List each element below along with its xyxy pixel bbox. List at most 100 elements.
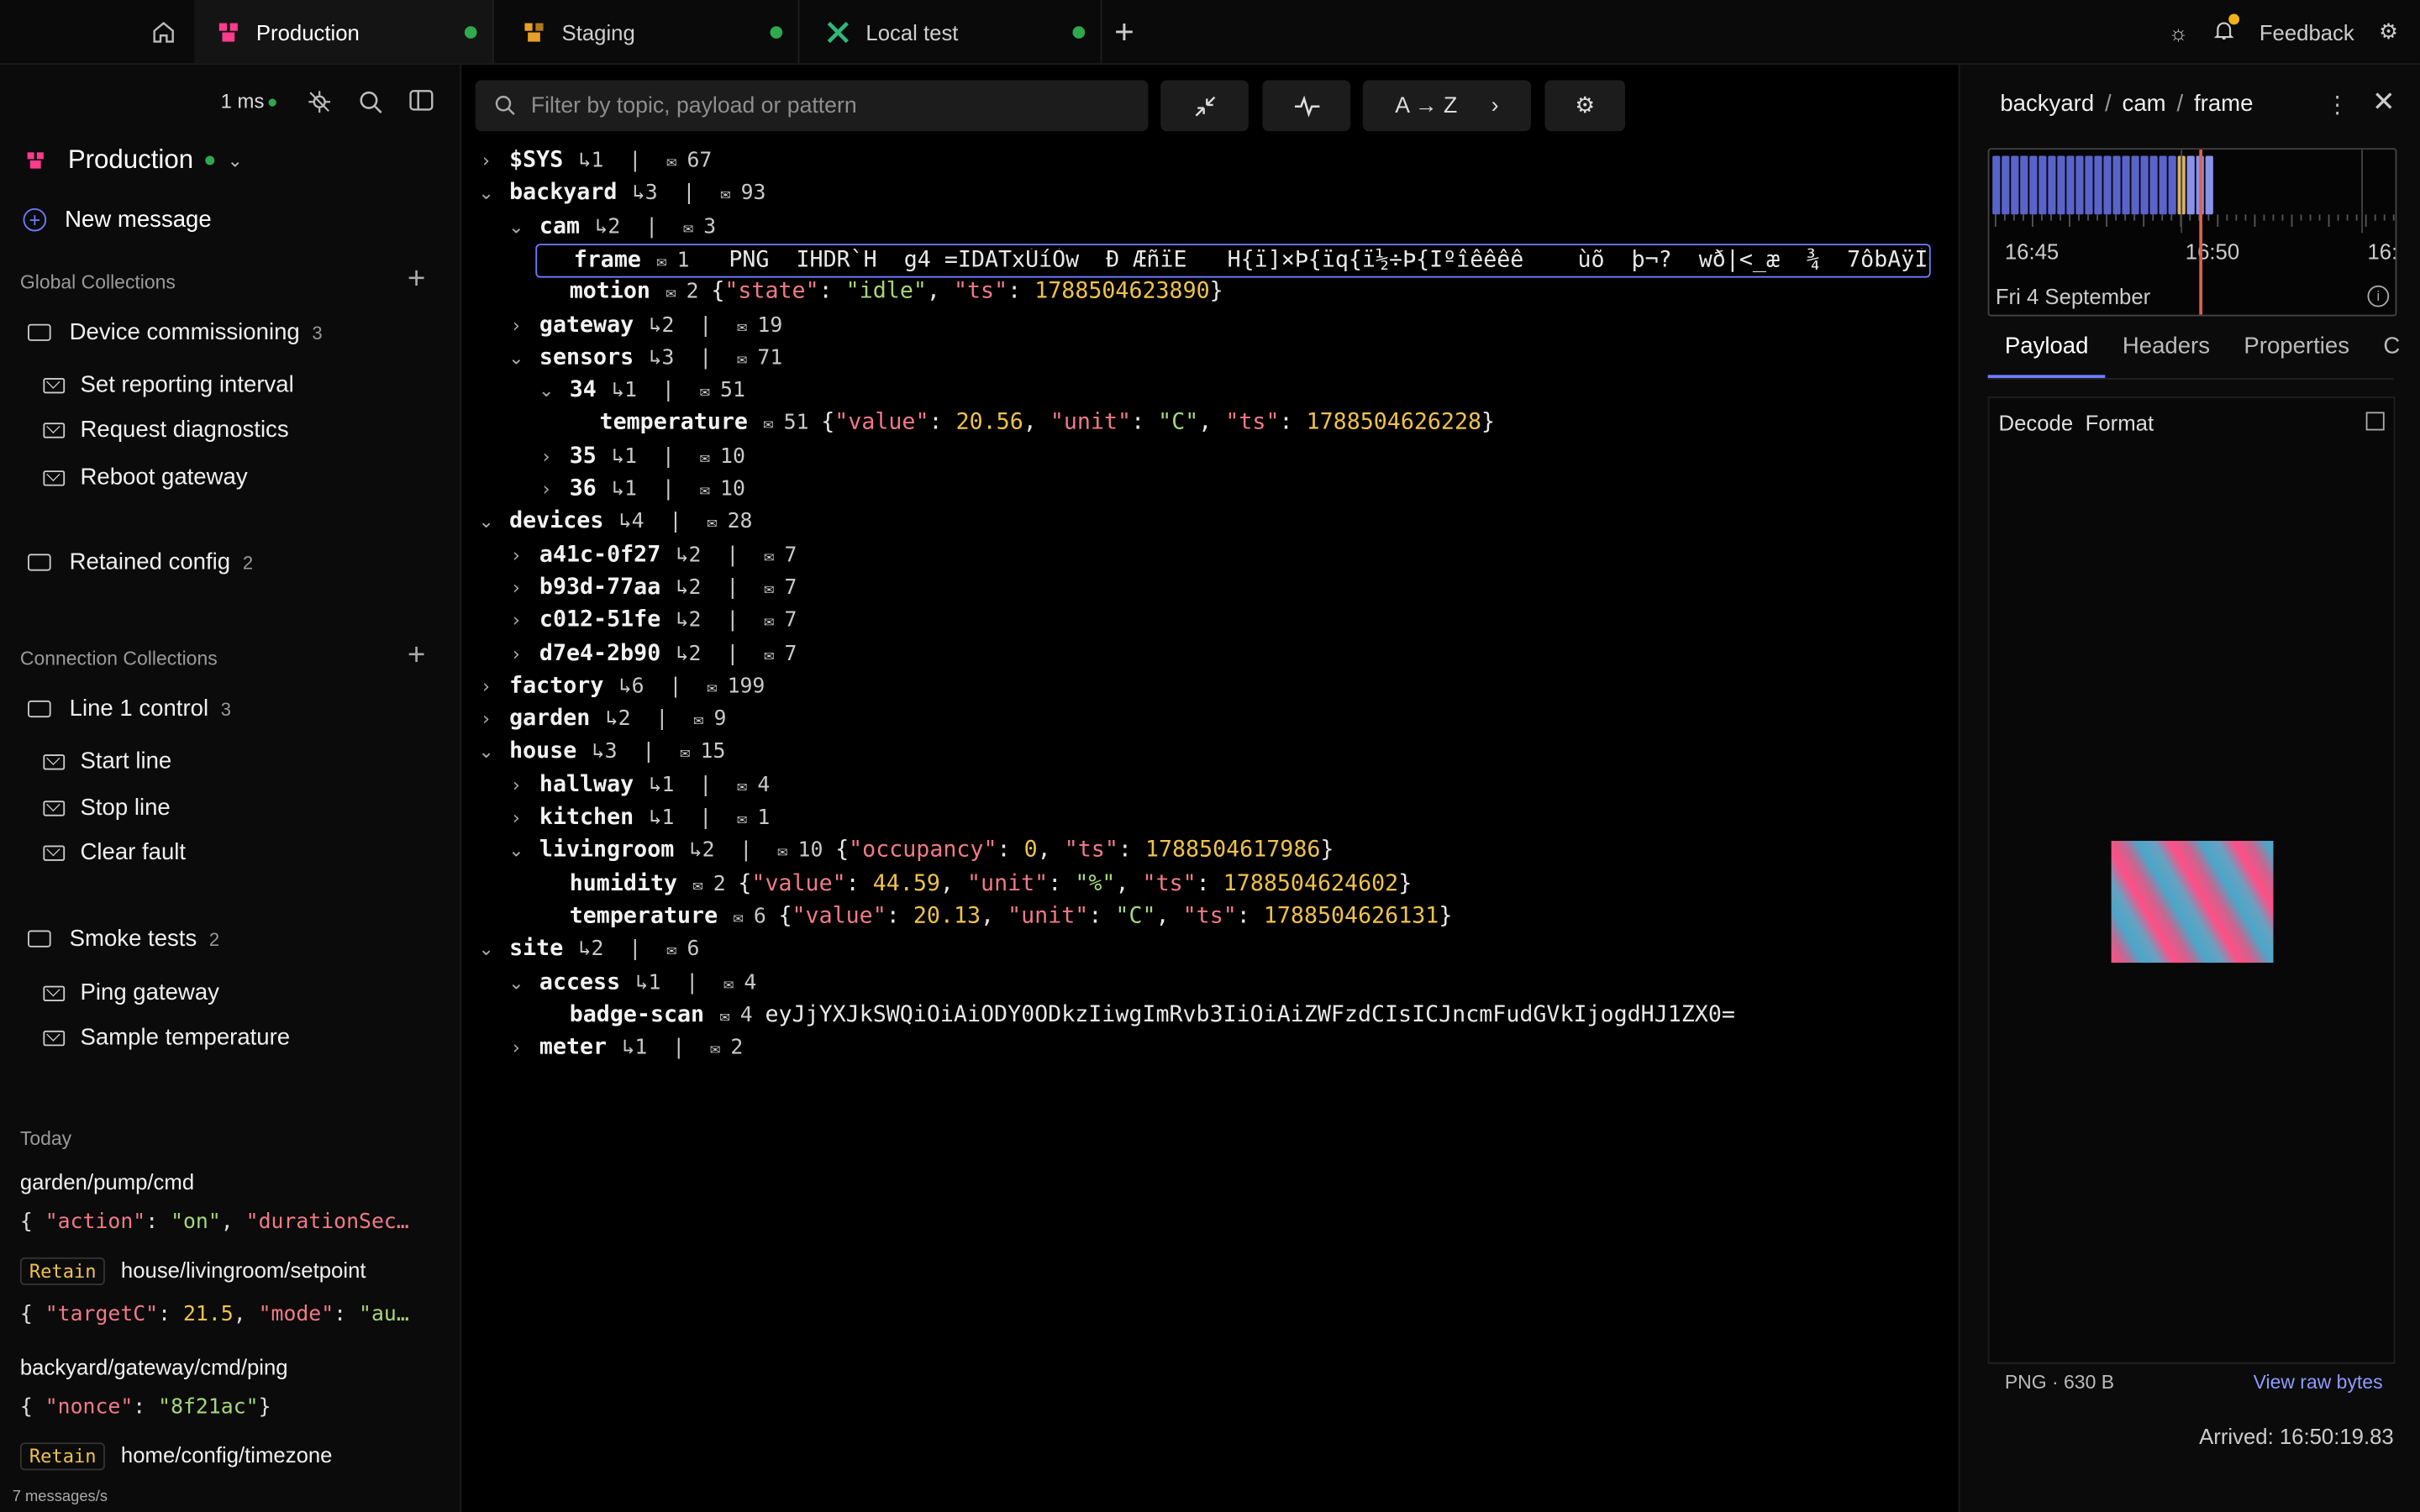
format-button[interactable]: Format <box>2086 411 2154 435</box>
saved-message-item[interactable]: Start line <box>43 748 171 774</box>
chevron-down-icon[interactable]: ⌄ <box>476 511 497 533</box>
connection-selector[interactable]: Production ⌄ <box>24 145 243 176</box>
new-message-button[interactable]: + New message <box>23 207 212 233</box>
tree-node[interactable]: › kitchen ↳1 | ✉ 1 <box>506 802 770 833</box>
add-global-collection-button[interactable]: + <box>408 262 425 297</box>
collapse-all-button[interactable] <box>1160 80 1249 132</box>
tab-staging[interactable]: Staging <box>500 0 800 64</box>
timeline-current-marker[interactable] <box>2199 150 2202 315</box>
chevron-down-icon[interactable]: ⌄ <box>476 938 497 960</box>
tree-node[interactable]: ⌄ house ↳3 | ✉ 15 <box>476 737 725 768</box>
chevron-down-icon[interactable]: ⌄ <box>506 971 528 993</box>
activity-button[interactable] <box>1262 80 1351 132</box>
history-payload[interactable]: { "action": "on", "durationSec… <box>20 1210 437 1234</box>
tree-node[interactable]: temperature ✉ 6 {"value": 20.13, "unit": "… <box>535 900 1453 932</box>
chevron-right-icon[interactable]: › <box>506 544 528 566</box>
feedback-link[interactable]: Feedback <box>2260 19 2354 44</box>
chevron-right-icon[interactable]: › <box>476 150 497 171</box>
history-entry[interactable]: Retain house/livingroom/setpoint <box>19 1257 366 1285</box>
tree-node[interactable]: › 35 ↳1 | ✉ 10 <box>535 441 745 472</box>
tree-settings-button[interactable]: ⚙ <box>1544 80 1626 132</box>
chevron-down-icon[interactable]: ⌄ <box>506 215 528 237</box>
sort-button[interactable]: A → Z › <box>1362 80 1532 132</box>
tree-node[interactable]: frame ✉ 1 PNG IHDR`H g4 =IDATxÚíÒw Ð ÆñïË… <box>535 243 1931 278</box>
chevron-right-icon[interactable]: › <box>506 314 528 336</box>
tree-node[interactable]: ⌄ sensors ↳3 | ✉ 71 <box>506 342 782 373</box>
view-raw-bytes-link[interactable]: View raw bytes <box>2254 1372 2383 1394</box>
tree-node[interactable]: ⌄ access ↳1 | ✉ 4 <box>506 967 756 998</box>
folder-device-commissioning[interactable]: Device commissioning 3 <box>28 319 323 345</box>
new-tab-button[interactable]: + <box>1114 13 1134 53</box>
chevron-down-icon[interactable]: ⌄ <box>476 182 497 204</box>
filter-input[interactable]: Filter by topic, payload or pattern <box>475 80 1149 132</box>
tree-node[interactable]: › a41c-0f27 ↳2 | ✉ 7 <box>506 539 797 570</box>
chevron-right-icon[interactable]: › <box>506 610 528 632</box>
chevron-down-icon[interactable]: ⌄ <box>535 380 557 402</box>
tree-node[interactable]: ⌄ devices ↳4 | ✉ 28 <box>476 507 752 538</box>
message-timeline[interactable]: 16:45 16:50 16: Fri 4 September i <box>1987 148 2397 317</box>
breadcrumb-item[interactable]: backyard <box>2000 91 2094 117</box>
tree-node[interactable]: ⌄ backyard ↳3 | ✉ 93 <box>476 178 765 209</box>
tab-payload[interactable]: Payload <box>1987 333 2106 378</box>
toggle-sidebar-icon[interactable] <box>409 90 434 119</box>
close-icon[interactable]: ✕ <box>2372 87 2396 119</box>
saved-message-item[interactable]: Request diagnostics <box>43 417 289 443</box>
tree-node[interactable]: › c012-51fe ↳2 | ✉ 7 <box>506 605 797 636</box>
tab-local-test[interactable]: Local test <box>804 0 1102 64</box>
history-entry[interactable]: Retain home/config/timezone <box>19 1442 332 1471</box>
tree-node[interactable]: › garden ↳2 | ✉ 9 <box>476 704 726 735</box>
chevron-down-icon[interactable]: ⌄ <box>506 840 528 862</box>
theme-toggle-icon[interactable]: ☼ <box>2169 19 2189 44</box>
tree-node[interactable]: › 36 ↳1 | ✉ 10 <box>535 474 745 505</box>
settings-gear-icon[interactable]: ⚙ <box>2379 18 2398 45</box>
breadcrumb-item[interactable]: frame <box>2194 91 2253 117</box>
history-payload[interactable]: { "targetC": 21.5, "mode": "au… <box>20 1302 437 1326</box>
tree-node[interactable]: ⌄ livingroom ↳2 | ✉ 10 {"occupancy": 0, "ts… <box>506 835 1334 866</box>
search-icon[interactable] <box>358 90 382 123</box>
tab-overflow[interactable]: C <box>2366 333 2417 378</box>
chevron-right-icon[interactable]: › <box>535 445 557 467</box>
add-connection-collection-button[interactable]: + <box>408 638 425 674</box>
more-vertical-icon[interactable]: ⋮ <box>2326 91 2349 118</box>
tree-node[interactable]: temperature ✉ 51 {"value": 20.56, "unit": … <box>566 408 1496 439</box>
history-topic[interactable]: garden/pump/cmd <box>20 1169 194 1194</box>
folder-line-1-control[interactable]: Line 1 control 3 <box>28 696 231 722</box>
tree-node[interactable]: ⌄ site ↳2 | ✉ 6 <box>476 934 699 965</box>
chevron-right-icon[interactable]: › <box>506 577 528 599</box>
tree-node[interactable]: humidity ✉ 2 {"value": 44.59, "unit": "%",… <box>535 868 1413 899</box>
copy-icon[interactable] <box>2365 412 2385 431</box>
home-icon[interactable] <box>133 0 194 63</box>
tree-node[interactable]: ⌄ 34 ↳1 | ✉ 51 <box>535 375 745 406</box>
chevron-right-icon[interactable]: › <box>476 708 497 730</box>
tab-properties[interactable]: Properties <box>2227 333 2366 378</box>
info-icon[interactable]: i <box>2367 285 2390 307</box>
tree-node[interactable]: › hallway ↳1 | ✉ 4 <box>506 769 770 801</box>
tree-node[interactable]: › d7e4-2b90 ↳2 | ✉ 7 <box>506 638 797 669</box>
tree-node[interactable]: › $SYS ↳1 | ✉ 67 <box>476 145 712 176</box>
chevron-right-icon[interactable]: › <box>506 774 528 795</box>
chevron-right-icon[interactable]: › <box>535 478 557 500</box>
chevron-down-icon[interactable]: ⌄ <box>476 741 497 763</box>
chevron-right-icon[interactable]: › <box>506 807 528 829</box>
saved-message-item[interactable]: Clear fault <box>43 839 186 865</box>
chevron-down-icon[interactable]: ⌄ <box>506 347 528 369</box>
saved-message-item[interactable]: Set reporting interval <box>43 372 294 398</box>
tree-node[interactable]: › b93d-77aa ↳2 | ✉ 7 <box>506 572 797 603</box>
tree-node[interactable]: › meter ↳1 | ✉ 2 <box>506 1032 743 1063</box>
tree-node[interactable]: motion ✉ 2 {"state": "idle", "ts": 1788504… <box>535 276 1223 307</box>
tree-node[interactable]: › gateway ↳2 | ✉ 19 <box>506 309 782 340</box>
chevron-right-icon[interactable]: › <box>506 1037 528 1058</box>
saved-message-item[interactable]: Ping gateway <box>43 979 219 1006</box>
folder-smoke-tests[interactable]: Smoke tests 2 <box>28 926 219 952</box>
chevron-right-icon[interactable]: › <box>506 643 528 664</box>
chevron-right-icon[interactable]: › <box>476 675 497 697</box>
folder-retained-config[interactable]: Retained config 2 <box>28 549 253 575</box>
decode-button[interactable]: Decode <box>1999 411 2074 435</box>
history-payload[interactable]: { "nonce": "8f21ac"} <box>20 1394 437 1419</box>
notifications-icon[interactable] <box>2213 13 2239 45</box>
breadcrumb-item[interactable]: cam <box>2123 91 2166 117</box>
saved-message-item[interactable]: Stop line <box>43 795 171 821</box>
saved-message-item[interactable]: Reboot gateway <box>43 465 248 491</box>
tree-node[interactable]: badge-scan ✉ 4 eyJjYXJkSWQiOiAiODY0ODkzIiw… <box>535 1000 1735 1031</box>
tree-node[interactable]: ⌄ cam ↳2 | ✉ 3 <box>506 211 716 242</box>
